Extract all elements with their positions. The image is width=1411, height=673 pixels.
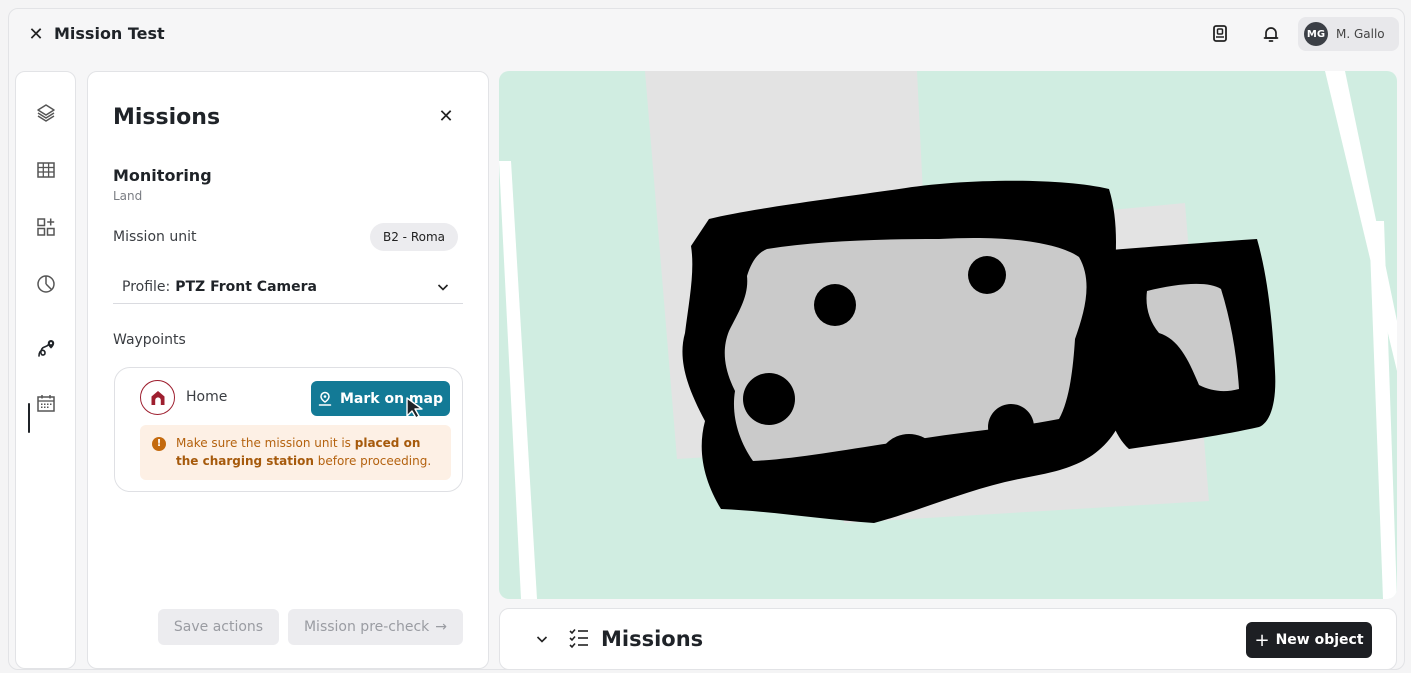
profile-prefix: Profile: xyxy=(122,278,171,295)
new-object-button[interactable]: + New object xyxy=(1246,622,1372,658)
map-pillar-4 xyxy=(743,373,795,425)
close-icon[interactable]: ✕ xyxy=(25,24,47,46)
badge-icon[interactable] xyxy=(1208,22,1232,46)
route-pin-icon[interactable] xyxy=(30,332,62,364)
profile-value: PTZ Front Camera xyxy=(175,278,317,295)
pre-check-label: Mission pre-check xyxy=(303,619,430,635)
plus-icon: + xyxy=(1254,629,1270,651)
profile-select[interactable]: Profile: PTZ Front Camera xyxy=(113,270,463,304)
sidebar-rail xyxy=(15,71,76,669)
mission-type: Land xyxy=(113,189,143,203)
close-icon[interactable]: ✕ xyxy=(434,105,458,129)
layers-icon[interactable] xyxy=(30,97,62,129)
map-pillar-5 xyxy=(1139,357,1179,397)
map-pillar-3 xyxy=(988,404,1034,450)
mission-unit-label: Mission unit xyxy=(113,229,197,245)
widgets-icon[interactable] xyxy=(30,211,62,243)
bell-icon[interactable] xyxy=(1259,22,1283,46)
waypoints-label: Waypoints xyxy=(113,332,186,348)
top-bar: ✕ Mission Test MG M. Gallo xyxy=(8,8,1405,64)
clock-icon[interactable] xyxy=(30,268,62,300)
warning-icon: ! xyxy=(152,437,166,451)
home-icon xyxy=(140,380,175,415)
user-menu[interactable]: MG M. Gallo xyxy=(1298,17,1399,51)
chevron-down-icon[interactable] xyxy=(534,631,550,647)
mission-name: Monitoring xyxy=(113,166,212,185)
chevron-down-icon xyxy=(437,284,449,291)
warning-alert: ! Make sure the mission unit is placed o… xyxy=(140,425,451,480)
save-actions-button[interactable]: Save actions xyxy=(158,609,279,645)
map-pillar-2 xyxy=(968,256,1006,294)
panel-title: Missions xyxy=(113,105,221,130)
mark-on-map-label: Mark on map xyxy=(340,390,443,407)
map-canvas[interactable] xyxy=(499,71,1397,599)
waypoint-card: Home Mark on map ! Make sure the mission… xyxy=(114,367,463,492)
checklist-icon xyxy=(569,628,588,649)
warning-text: Make sure the mission unit is placed on … xyxy=(176,436,432,468)
new-object-label: New object xyxy=(1275,632,1364,648)
page-title: Mission Test xyxy=(54,24,165,43)
calendar-icon[interactable] xyxy=(30,387,62,419)
mission-unit-badge: B2 - Roma xyxy=(370,223,459,251)
arrow-right-icon: → xyxy=(435,619,448,635)
map-pillar-1 xyxy=(814,284,856,326)
user-name: M. Gallo xyxy=(1336,27,1385,41)
location-pin-icon xyxy=(318,391,332,406)
avatar: MG xyxy=(1304,22,1328,46)
occupancy-map[interactable] xyxy=(499,71,1397,599)
save-actions-label: Save actions xyxy=(173,619,264,635)
mark-on-map-button[interactable]: Mark on map xyxy=(311,381,450,416)
drawer-title: Missions xyxy=(601,627,704,651)
missions-drawer: Missions + New object xyxy=(499,608,1397,670)
map-path-left xyxy=(499,161,537,599)
table-icon[interactable] xyxy=(30,154,62,186)
missions-panel: Missions ✕ Monitoring Land Mission unit … xyxy=(87,71,489,669)
mouse-cursor-icon xyxy=(406,397,423,419)
map-path-right xyxy=(1369,221,1397,599)
map-pillar-6 xyxy=(877,434,941,498)
waypoint-label: Home xyxy=(186,389,228,405)
mission-pre-check-button[interactable]: Mission pre-check → xyxy=(288,609,463,645)
